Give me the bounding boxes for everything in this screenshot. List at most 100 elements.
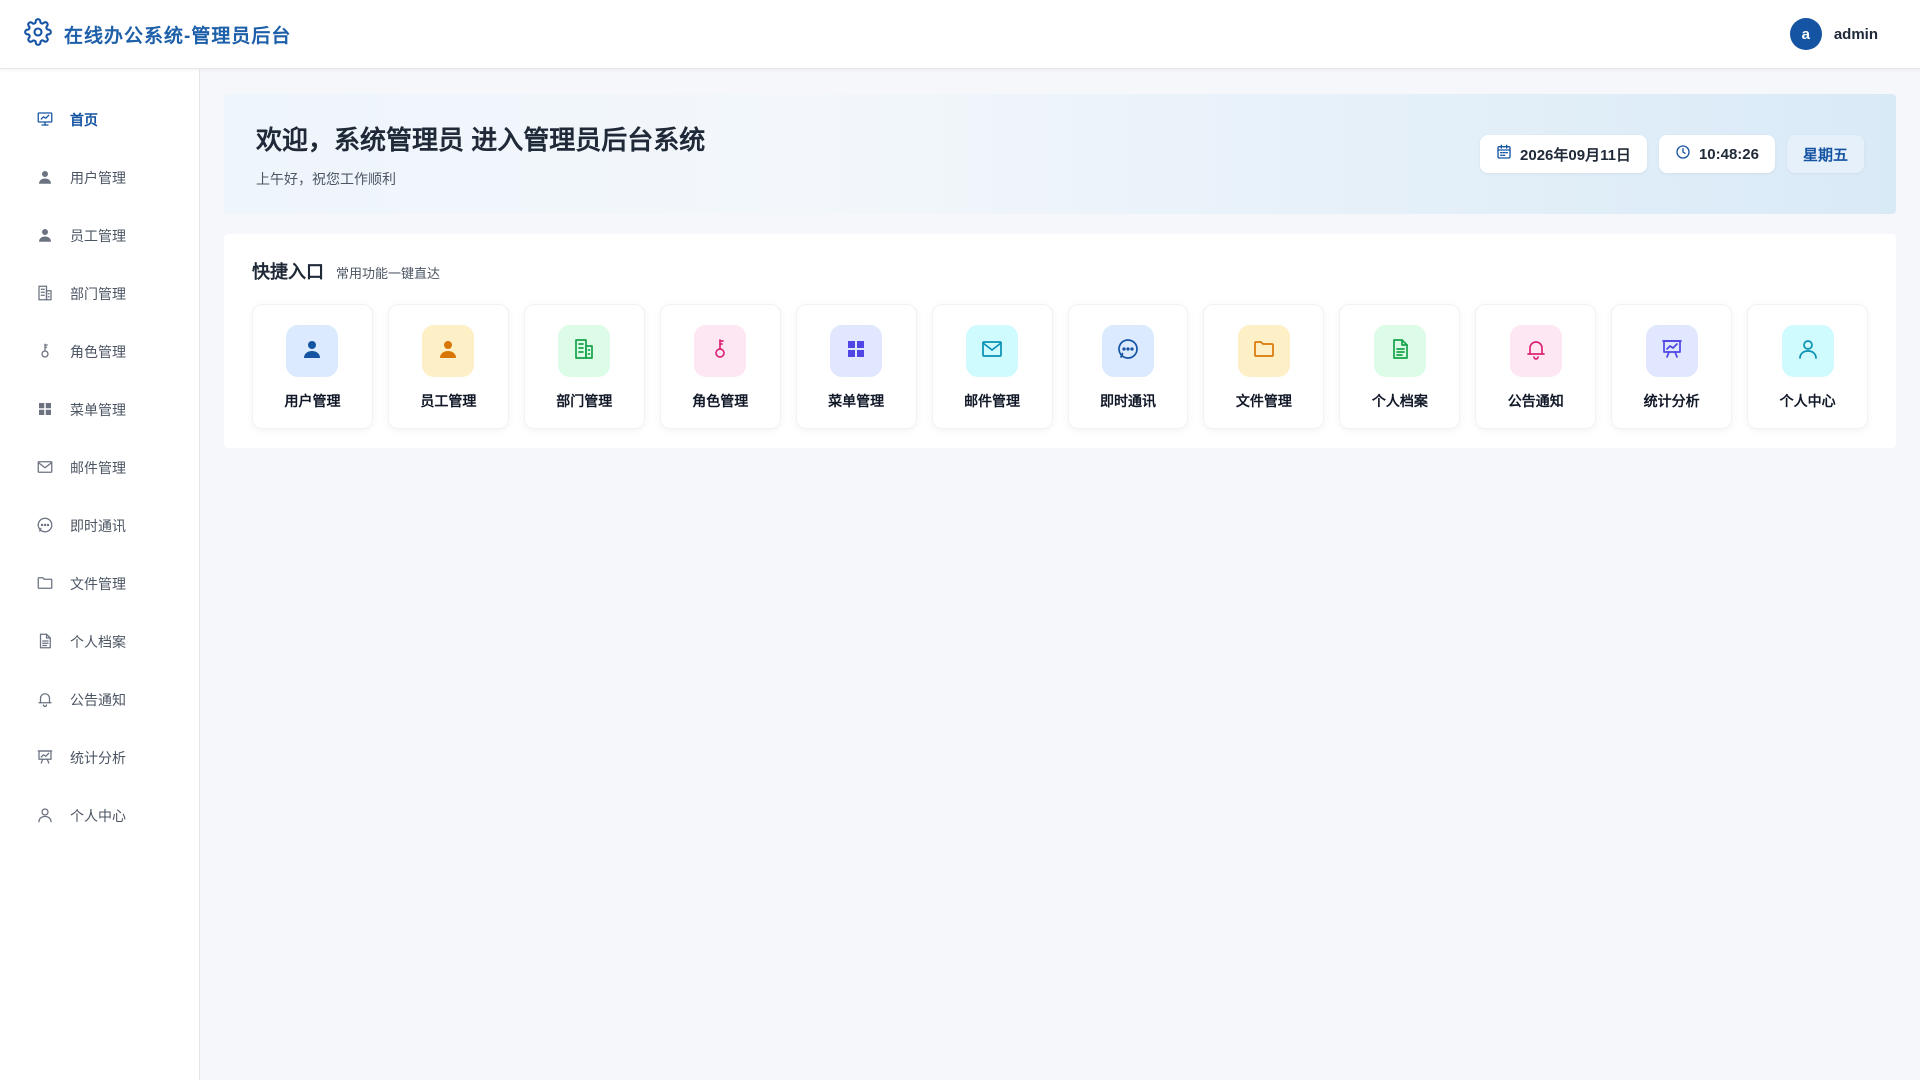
time-chip: 10:48:26: [1658, 135, 1775, 173]
quick-access-tile[interactable]: 邮件管理: [931, 304, 1053, 429]
quick-access-tile[interactable]: 个人中心: [1747, 304, 1869, 429]
quick-access-header: 快捷入口 常用功能一键直达: [252, 258, 1868, 284]
datetime-chips: 2026年09月11日 10:48:26 星期五: [1480, 135, 1864, 173]
weekday-chip: 星期五: [1786, 135, 1864, 173]
quick-access-tile[interactable]: 文件管理: [1203, 304, 1325, 429]
quick-access-tile[interactable]: 部门管理: [523, 304, 645, 429]
sidebar-item-label: 公告通知: [70, 692, 126, 708]
building-icon: [572, 337, 596, 366]
folder-icon: [1252, 337, 1276, 366]
sidebar-item[interactable]: 邮件管理: [0, 439, 199, 497]
sidebar-item[interactable]: 文件管理: [0, 555, 199, 613]
mail-icon: [36, 458, 54, 479]
tile-icon-box: [1781, 325, 1834, 377]
tile-label: 角色管理: [692, 393, 749, 409]
avatar[interactable]: a: [1789, 18, 1822, 50]
sidebar-item-label: 统计分析: [70, 750, 126, 766]
tile-icon-box: [1101, 325, 1154, 377]
quick-access-tile[interactable]: 统计分析: [1611, 304, 1733, 429]
sidebar-item[interactable]: 个人档案: [0, 613, 199, 671]
sidebar-item-label: 即时通讯: [70, 518, 126, 534]
date-text: 2026年09月11日: [1520, 146, 1631, 164]
brand[interactable]: 在线办公系统-管理员后台: [24, 17, 292, 51]
grid-icon: [36, 400, 54, 421]
tile-icon-box: [966, 325, 1019, 377]
tile-label: 邮件管理: [964, 393, 1021, 409]
sidebar-item[interactable]: 用户管理: [0, 149, 199, 207]
document-icon: [36, 632, 54, 653]
quick-access-panel: 快捷入口 常用功能一键直达 用户管理 员工管理 部门管理 角色管理 菜单管理 邮件管理 即时…: [224, 234, 1896, 448]
tile-label: 菜单管理: [828, 393, 885, 409]
tile-label: 即时通讯: [1099, 393, 1156, 409]
tile-label: 部门管理: [556, 393, 613, 409]
sidebar-item[interactable]: 个人中心: [0, 787, 199, 845]
quick-access-tile[interactable]: 角色管理: [659, 304, 781, 429]
building-icon: [36, 284, 54, 305]
username[interactable]: admin: [1834, 26, 1878, 43]
quick-access-tile[interactable]: 个人档案: [1339, 304, 1461, 429]
chat-icon: [1116, 337, 1140, 366]
chat-icon: [36, 516, 54, 537]
bell-icon: [36, 690, 54, 711]
sidebar-item[interactable]: 统计分析: [0, 729, 199, 787]
sidebar: 首页用户管理员工管理部门管理角色管理菜单管理邮件管理即时通讯文件管理个人档案公告…: [0, 69, 200, 1080]
clock-icon: [1675, 144, 1691, 164]
bell-icon: [1524, 337, 1548, 366]
profile-icon: [1796, 337, 1820, 366]
sidebar-item[interactable]: 部门管理: [0, 265, 199, 323]
quick-access-tile[interactable]: 菜单管理: [795, 304, 917, 429]
sidebar-item-label: 文件管理: [70, 576, 126, 592]
welcome-subtitle: 上午好，祝您工作顺利: [256, 170, 396, 187]
tile-icon-box: [1237, 325, 1290, 377]
app-title: 在线办公系统-管理员后台: [64, 25, 292, 47]
tile-icon-box: [1645, 325, 1698, 377]
tile-icon-box: [422, 325, 475, 377]
sidebar-item[interactable]: 公告通知: [0, 671, 199, 729]
sidebar-item-label: 菜单管理: [70, 402, 126, 418]
calendar-icon: [1496, 144, 1512, 164]
key-icon: [36, 342, 54, 363]
gear-icon: [24, 17, 52, 51]
top-header: 在线办公系统-管理员后台 a admin: [0, 0, 1920, 69]
tile-icon-box: [1373, 325, 1426, 377]
sidebar-item-label: 个人中心: [70, 808, 126, 824]
tile-icon-box: [286, 325, 339, 377]
tile-label: 文件管理: [1235, 393, 1292, 409]
grid-icon: [844, 337, 868, 366]
tile-label: 个人中心: [1779, 393, 1836, 409]
user-menu[interactable]: a admin: [1789, 18, 1878, 50]
presentation-icon: [1660, 337, 1684, 366]
sidebar-item[interactable]: 员工管理: [0, 207, 199, 265]
quick-access-tile[interactable]: 员工管理: [387, 304, 509, 429]
sidebar-item[interactable]: 首页: [0, 91, 199, 149]
dashboard-icon: [36, 110, 54, 131]
tile-icon-box: [694, 325, 747, 377]
folder-icon: [36, 574, 54, 595]
sidebar-item-label: 部门管理: [70, 286, 126, 302]
sidebar-item-label: 员工管理: [70, 228, 126, 244]
profile-icon: [36, 806, 54, 827]
tile-label: 个人档案: [1371, 393, 1428, 409]
sidebar-item-label: 个人档案: [70, 634, 126, 650]
tile-icon-box: [558, 325, 611, 377]
quick-access-subtitle: 常用功能一键直达: [336, 266, 441, 281]
quick-access-tiles: 用户管理 员工管理 部门管理 角色管理 菜单管理 邮件管理 即时通讯 文件管理 个人档案 公告通知…: [252, 304, 1869, 429]
quick-access-tile[interactable]: 即时通讯: [1067, 304, 1189, 429]
main-content: 欢迎，系统管理员 进入管理员后台系统 上午好，祝您工作顺利 2026年09月11…: [224, 94, 1896, 448]
document-icon: [1388, 337, 1412, 366]
tile-label: 公告通知: [1507, 393, 1564, 409]
key-icon: [708, 337, 732, 366]
user-icon: [36, 226, 54, 247]
presentation-icon: [36, 748, 54, 769]
sidebar-item-label: 邮件管理: [70, 460, 126, 476]
tile-icon-box: [830, 325, 883, 377]
sidebar-item[interactable]: 菜单管理: [0, 381, 199, 439]
sidebar-item[interactable]: 角色管理: [0, 323, 199, 381]
quick-access-tile[interactable]: 用户管理: [252, 304, 373, 429]
welcome-banner: 欢迎，系统管理员 进入管理员后台系统 上午好，祝您工作顺利 2026年09月11…: [224, 94, 1896, 214]
user-icon: [436, 337, 460, 366]
sidebar-item-label: 用户管理: [70, 170, 126, 186]
sidebar-item[interactable]: 即时通讯: [0, 497, 199, 555]
quick-access-tile[interactable]: 公告通知: [1475, 304, 1597, 429]
tile-label: 员工管理: [420, 393, 477, 409]
